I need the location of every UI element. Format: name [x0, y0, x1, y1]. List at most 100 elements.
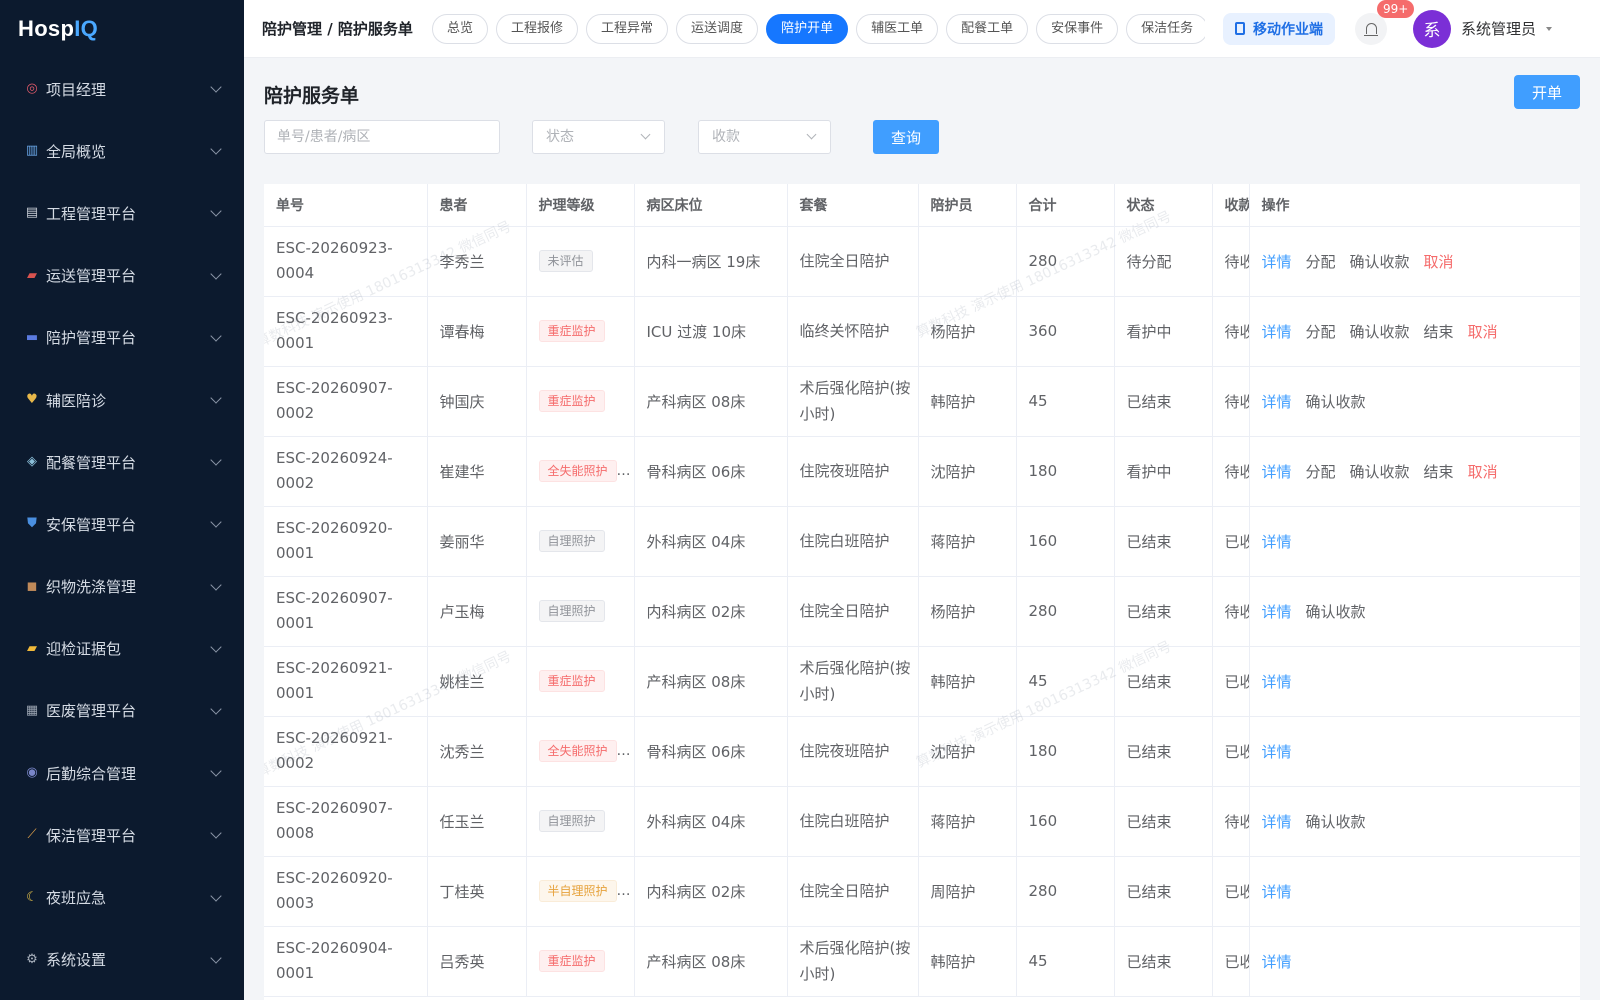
- tab[interactable]: 保洁任务: [1126, 13, 1205, 44]
- sidebar-item[interactable]: ▰ 迎检证据包: [0, 618, 244, 680]
- escort-cell: 蒋陪护: [918, 506, 1017, 577]
- user-name[interactable]: 系统管理员: [1461, 18, 1536, 39]
- row-action-link[interactable]: 详情: [1262, 531, 1292, 552]
- sidebar-item[interactable]: ◉ 后勤综合管理: [0, 742, 244, 804]
- tab[interactable]: 运送调度: [676, 13, 759, 44]
- row-action-link[interactable]: 结束: [1424, 321, 1454, 342]
- row-action-link[interactable]: 结束: [1424, 461, 1454, 482]
- row-action-link[interactable]: 详情: [1262, 391, 1292, 412]
- row-action-link[interactable]: 确认收款: [1306, 601, 1366, 622]
- sidebar-item[interactable]: ▦ 医废管理平台: [0, 680, 244, 742]
- query-button[interactable]: 查询: [873, 120, 939, 154]
- row-action-link[interactable]: 详情: [1262, 951, 1292, 972]
- tab[interactable]: 安保事件: [1036, 13, 1119, 44]
- sidebar-item-label: 保洁管理平台: [46, 826, 137, 845]
- broom-icon: ⟋: [27, 827, 37, 843]
- tab[interactable]: 陪护开单: [766, 13, 849, 44]
- chevron-down-icon: [210, 765, 222, 777]
- sidebar-item[interactable]: ▬ 陪护管理平台: [0, 307, 244, 369]
- tab[interactable]: 辅医工单: [856, 13, 939, 44]
- row-action-link[interactable]: 确认收款: [1306, 391, 1366, 412]
- sidebar-item[interactable]: ♥ 辅医陪诊: [0, 369, 244, 431]
- sidebar-item[interactable]: ⚙ 系统设置: [0, 929, 244, 991]
- payment-select[interactable]: 收款: [698, 120, 831, 154]
- row-action-link[interactable]: 取消: [1468, 461, 1498, 482]
- row-action-link[interactable]: 确认收款: [1350, 461, 1410, 482]
- column-header: 单号: [264, 184, 428, 227]
- sidebar-item[interactable]: ◎ 项目经理: [0, 58, 244, 120]
- row-action-link[interactable]: 详情: [1262, 881, 1292, 902]
- sidebar-item[interactable]: ▰ 运送管理平台: [0, 245, 244, 307]
- open-order-button[interactable]: 开单: [1514, 75, 1580, 109]
- ellipsis: …: [616, 743, 631, 759]
- column-header: 操作: [1249, 184, 1580, 227]
- order-number-cell: ESC-20260923-0001: [264, 296, 428, 367]
- status-cell: 已结束: [1114, 646, 1213, 717]
- avatar[interactable]: 系: [1413, 9, 1451, 48]
- clipboard-icon: ▤: [25, 205, 39, 221]
- row-action-link[interactable]: 详情: [1262, 251, 1292, 272]
- care-level-tag: 自理照护: [538, 530, 605, 552]
- caret-down-icon[interactable]: [1546, 26, 1553, 31]
- patient-cell: 钟国庆: [427, 366, 527, 437]
- row-action-link[interactable]: 详情: [1262, 741, 1292, 762]
- chevron-down-icon: [210, 81, 222, 93]
- search-input[interactable]: [264, 120, 500, 154]
- row-action-link[interactable]: 取消: [1468, 321, 1498, 342]
- row-action-link[interactable]: 详情: [1262, 671, 1292, 692]
- sidebar-item[interactable]: ▤ 工程管理平台: [0, 182, 244, 244]
- page-title: 陪护服务单: [264, 85, 360, 107]
- row-action-link[interactable]: 详情: [1262, 601, 1292, 622]
- row-action-link[interactable]: 确认收款: [1350, 321, 1410, 342]
- table-row: ESC-20260923-0004 李秀兰 未评估 内科一病区 19床 住院全日陪护 28…: [264, 226, 1580, 297]
- row-action-link[interactable]: 取消: [1424, 251, 1454, 272]
- care-level-tag: 半自理照护: [538, 880, 617, 902]
- sidebar-item-label: 辅医陪诊: [46, 391, 107, 410]
- row-action-link[interactable]: 分配: [1306, 461, 1336, 482]
- row-action-link[interactable]: 确认收款: [1306, 811, 1366, 832]
- moon-icon: ☾: [26, 889, 38, 905]
- ward-bed-cell: 骨科病区 06床: [634, 436, 788, 507]
- sidebar-item[interactable]: ⛊ 安保管理平台: [0, 493, 244, 555]
- tab[interactable]: 总览: [432, 13, 489, 44]
- actions-cell: 详情: [1249, 646, 1580, 717]
- column-header: 患者: [427, 184, 527, 227]
- sidebar-item[interactable]: ◈ 配餐管理平台: [0, 431, 244, 493]
- table-row: ESC-20260924-0002 崔建华 全失能照护… 骨科病区 06床 住院夜班陪护…: [264, 436, 1580, 507]
- sidebar-item[interactable]: ▥ 全局概览: [0, 120, 244, 182]
- app-logo[interactable]: Hosp IQ: [0, 0, 244, 58]
- row-action-link[interactable]: 详情: [1262, 321, 1292, 342]
- row-action-link[interactable]: 分配: [1306, 251, 1336, 272]
- status-cell: 已结束: [1114, 786, 1213, 857]
- table-row: ESC-20260907-0001 卢玉梅 自理照护 内科病区 02床 住院全日陪护 杨陪…: [264, 576, 1580, 647]
- logo-accent: IQ: [74, 16, 99, 41]
- trash-icon: ▦: [25, 702, 39, 718]
- row-action-link[interactable]: 详情: [1262, 461, 1292, 482]
- sidebar-item-label: 配餐管理平台: [46, 453, 137, 472]
- row-action-link[interactable]: 分配: [1306, 321, 1336, 342]
- status-cell: 看护中: [1114, 296, 1213, 367]
- status-select[interactable]: 状态: [532, 120, 665, 154]
- payment-cell: 已收: [1212, 506, 1250, 577]
- patient-cell: 任玉兰: [427, 786, 527, 857]
- sidebar-item-label: 织物洗涤管理: [46, 578, 137, 597]
- tab[interactable]: 工程异常: [586, 13, 669, 44]
- row-action-link[interactable]: 详情: [1262, 811, 1292, 832]
- chart-icon: ▥: [25, 143, 39, 159]
- tab[interactable]: 配餐工单: [946, 13, 1029, 44]
- total-cell: 180: [1016, 436, 1115, 507]
- escort-cell: 杨陪护: [918, 296, 1017, 367]
- filter-bar: 状态 收款 查询: [264, 120, 964, 154]
- main-content: 陪护服务单 开单 状态 收款 查询 单号患者护理等级病区床位套餐陪护员合计状态收…: [244, 58, 1600, 1000]
- care-level-cell: 重症监护: [526, 646, 635, 717]
- sidebar-item[interactable]: ☾ 夜班应急: [0, 866, 244, 928]
- row-action-link[interactable]: 确认收款: [1350, 251, 1410, 272]
- sidebar-item[interactable]: ⟋ 保洁管理平台: [0, 804, 244, 866]
- tab[interactable]: 工程报修: [496, 13, 579, 44]
- total-cell: 160: [1016, 786, 1115, 857]
- notification-button[interactable]: 99+: [1355, 0, 1415, 45]
- meal-icon: ◈: [27, 454, 37, 470]
- mobile-workspace-button[interactable]: 移动作业端: [1223, 12, 1335, 45]
- sidebar-item[interactable]: ◼ 织物洗涤管理: [0, 556, 244, 618]
- actions-cell: 详情: [1249, 506, 1580, 577]
